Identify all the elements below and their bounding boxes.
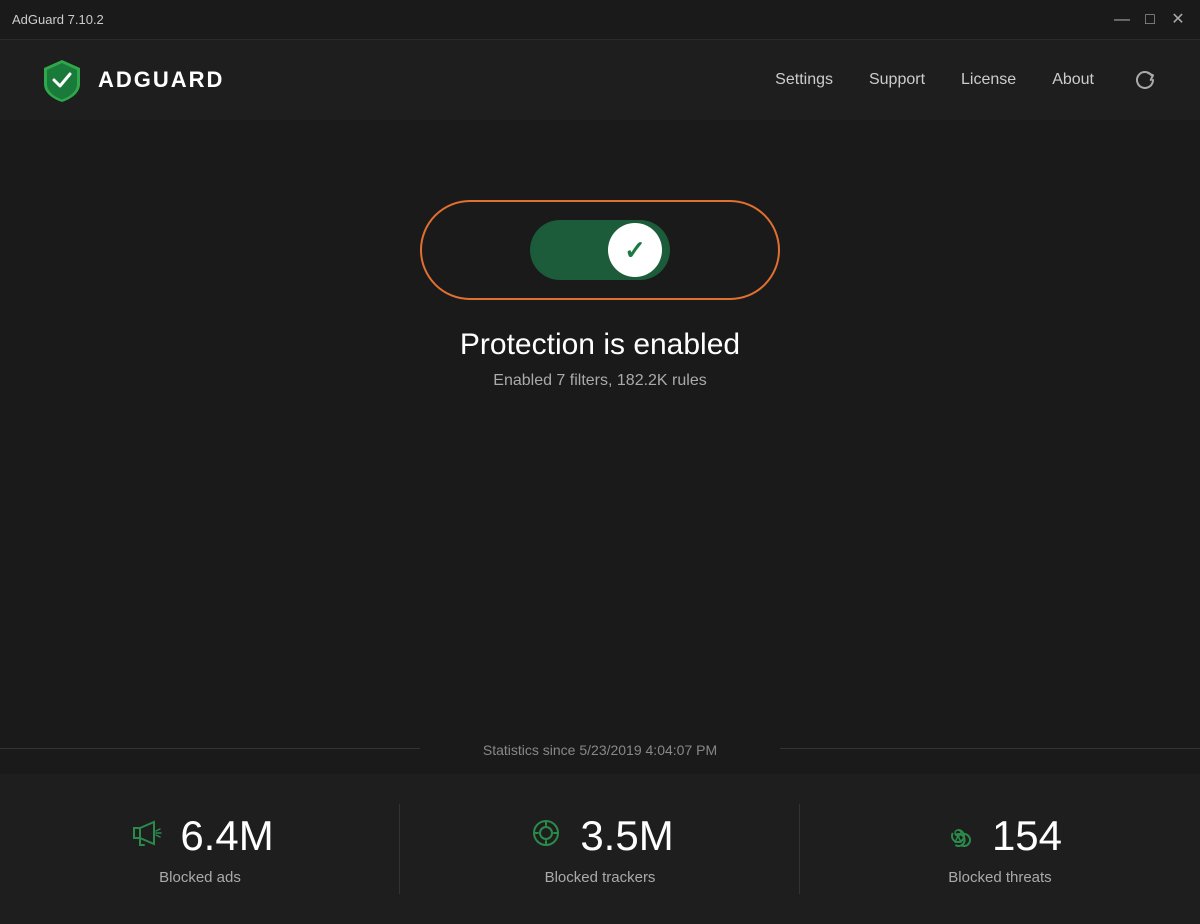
blocked-trackers-value: 3.5M — [580, 815, 673, 857]
protection-status-title: Protection is enabled — [460, 328, 740, 362]
close-button[interactable]: ✕ — [1168, 10, 1188, 30]
blocked-threats-label: Blocked threats — [948, 869, 1051, 886]
toggle-checkmark-icon: ✓ — [624, 237, 646, 263]
stats-grid: 6.4M Blocked ads 3.5M — [0, 774, 1200, 924]
app-title: AdGuard 7.10.2 — [12, 12, 104, 27]
blocked-ads-top: 6.4M — [126, 813, 273, 859]
main-content: ✓ Protection is enabled Enabled 7 filter… — [0, 120, 1200, 390]
app-header: ADGUARD Settings Support License About — [0, 40, 1200, 120]
adguard-logo-icon — [40, 58, 84, 102]
maximize-button[interactable]: □ — [1140, 10, 1160, 30]
title-bar: AdGuard 7.10.2 — □ ✕ — [0, 0, 1200, 40]
megaphone-icon — [126, 813, 166, 859]
blocked-trackers-top: 3.5M — [526, 813, 673, 859]
blocked-trackers-stat: 3.5M Blocked trackers — [400, 774, 800, 924]
toggle-thumb: ✓ — [608, 223, 662, 277]
blocked-threats-stat: 154 Blocked threats — [800, 774, 1200, 924]
protection-toggle-area: ✓ — [420, 200, 780, 300]
blocked-threats-value: 154 — [992, 815, 1062, 857]
settings-nav-button[interactable]: Settings — [775, 71, 833, 89]
blocked-ads-label: Blocked ads — [159, 869, 241, 886]
refresh-button[interactable] — [1130, 65, 1160, 95]
blocked-ads-stat: 6.4M Blocked ads — [0, 774, 400, 924]
refresh-icon — [1134, 69, 1156, 91]
tracker-icon — [526, 813, 566, 859]
minimize-button[interactable]: — — [1112, 10, 1132, 30]
license-nav-button[interactable]: License — [961, 71, 1016, 89]
toggle-track: ✓ — [534, 220, 666, 280]
logo-text: ADGUARD — [98, 67, 224, 93]
blocked-ads-value: 6.4M — [180, 815, 273, 857]
nav-area: Settings Support License About — [775, 65, 1160, 95]
blocked-trackers-label: Blocked trackers — [545, 869, 656, 886]
support-nav-button[interactable]: Support — [869, 71, 925, 89]
logo-area: ADGUARD — [40, 58, 224, 102]
blocked-threats-top: 154 — [938, 813, 1062, 859]
about-nav-button[interactable]: About — [1052, 71, 1094, 89]
window-controls: — □ ✕ — [1112, 10, 1188, 30]
biohazard-icon — [938, 813, 978, 859]
protection-toggle[interactable]: ✓ — [530, 220, 670, 280]
stats-section: Statistics since 5/23/2019 4:04:07 PM 6.… — [0, 722, 1200, 924]
stats-header: Statistics since 5/23/2019 4:04:07 PM — [0, 722, 1200, 774]
protection-status-detail: Enabled 7 filters, 182.2K rules — [493, 372, 706, 390]
